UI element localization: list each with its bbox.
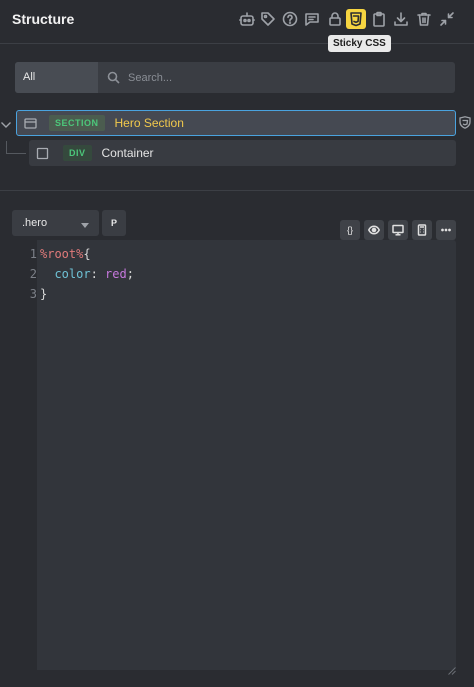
tree-node-div[interactable]: DIV Container xyxy=(29,140,456,166)
code-line: color: red; xyxy=(40,267,134,281)
line-number-gutter: 1 2 3 xyxy=(12,240,37,670)
panel-header: Structure xyxy=(0,0,474,44)
tag-icon[interactable] xyxy=(258,9,278,29)
panel-title: Structure xyxy=(12,11,75,27)
tag-badge: SECTION xyxy=(49,115,105,131)
lock-icon[interactable] xyxy=(325,9,345,29)
code-semicolon: ; xyxy=(126,267,134,281)
clipboard-icon[interactable] xyxy=(369,9,389,29)
code-open-brace: { xyxy=(83,247,91,261)
comment-icon[interactable] xyxy=(302,9,322,29)
braces-button[interactable]: {} xyxy=(340,220,360,240)
chevron-down-icon[interactable] xyxy=(0,118,12,130)
tag-badge: DIV xyxy=(63,145,92,161)
caret-down-icon xyxy=(81,220,89,228)
calculator-icon[interactable] xyxy=(412,220,432,240)
code-colon: : xyxy=(90,267,106,281)
code-line: %root%{ xyxy=(40,247,91,261)
desktop-icon[interactable] xyxy=(388,220,408,240)
search-input[interactable] xyxy=(128,62,448,93)
download-icon[interactable] xyxy=(391,9,411,29)
search-icon xyxy=(107,71,120,84)
filter-all-dropdown[interactable]: All xyxy=(15,62,98,93)
line-number: 3 xyxy=(29,287,37,301)
section-divider xyxy=(0,190,474,191)
line-number: 2 xyxy=(29,267,37,281)
help-icon[interactable] xyxy=(280,9,300,29)
sticky-css-tooltip: Sticky CSS xyxy=(328,35,391,52)
css3-icon[interactable] xyxy=(346,9,366,29)
robot-icon[interactable] xyxy=(237,9,257,29)
collapse-icon[interactable] xyxy=(437,9,457,29)
node-label: Hero Section xyxy=(114,116,184,130)
node-label: Container xyxy=(101,146,154,160)
code-value: red xyxy=(105,267,127,281)
tree-connector xyxy=(6,141,26,154)
resize-handle-icon[interactable] xyxy=(448,662,456,675)
filter-bar: All xyxy=(15,62,455,93)
trash-icon[interactable] xyxy=(414,9,434,29)
pseudo-button[interactable]: P xyxy=(102,210,126,236)
tree-node-section[interactable]: SECTION Hero Section xyxy=(16,110,456,136)
code-close-brace: } xyxy=(40,287,48,301)
css-code-editor[interactable]: 1 2 3 %root%{ color: red; } xyxy=(12,240,456,670)
selector-label: .hero xyxy=(22,217,48,229)
section-icon xyxy=(23,116,37,130)
line-number: 1 xyxy=(29,247,37,261)
code-selector: %root% xyxy=(40,247,84,261)
div-icon xyxy=(35,146,49,160)
code-line: } xyxy=(40,287,47,301)
shield-icon[interactable] xyxy=(459,116,471,129)
selector-dropdown[interactable]: .hero xyxy=(12,210,99,236)
more-icon[interactable] xyxy=(436,220,456,240)
eye-icon[interactable] xyxy=(364,220,384,240)
code-property: color xyxy=(54,267,91,281)
